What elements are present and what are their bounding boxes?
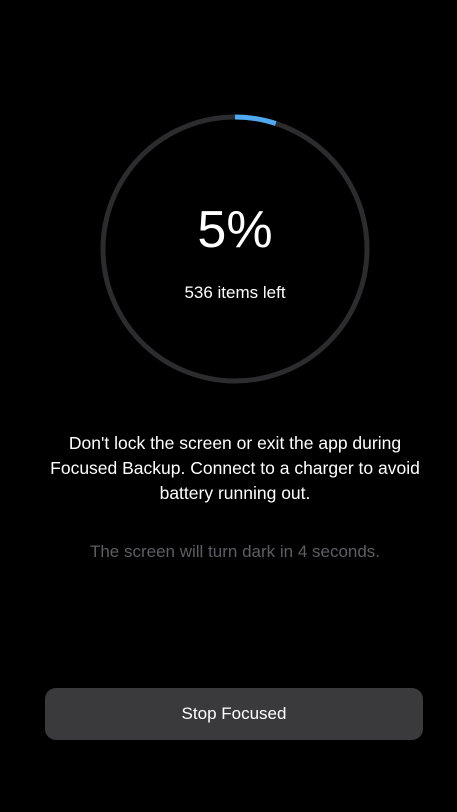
screen-dark-countdown: The screen will turn dark in 4 seconds.: [89, 542, 381, 561]
stop-focused-button[interactable]: Stop Focused: [45, 688, 423, 740]
backup-progress-ring: 5% 536 items left: [100, 114, 370, 384]
progress-percent: 5%: [197, 201, 273, 259]
items-left-label: 536 items left: [184, 283, 286, 302]
backup-warning-message: Don't lock the screen or exit the app du…: [50, 433, 420, 503]
